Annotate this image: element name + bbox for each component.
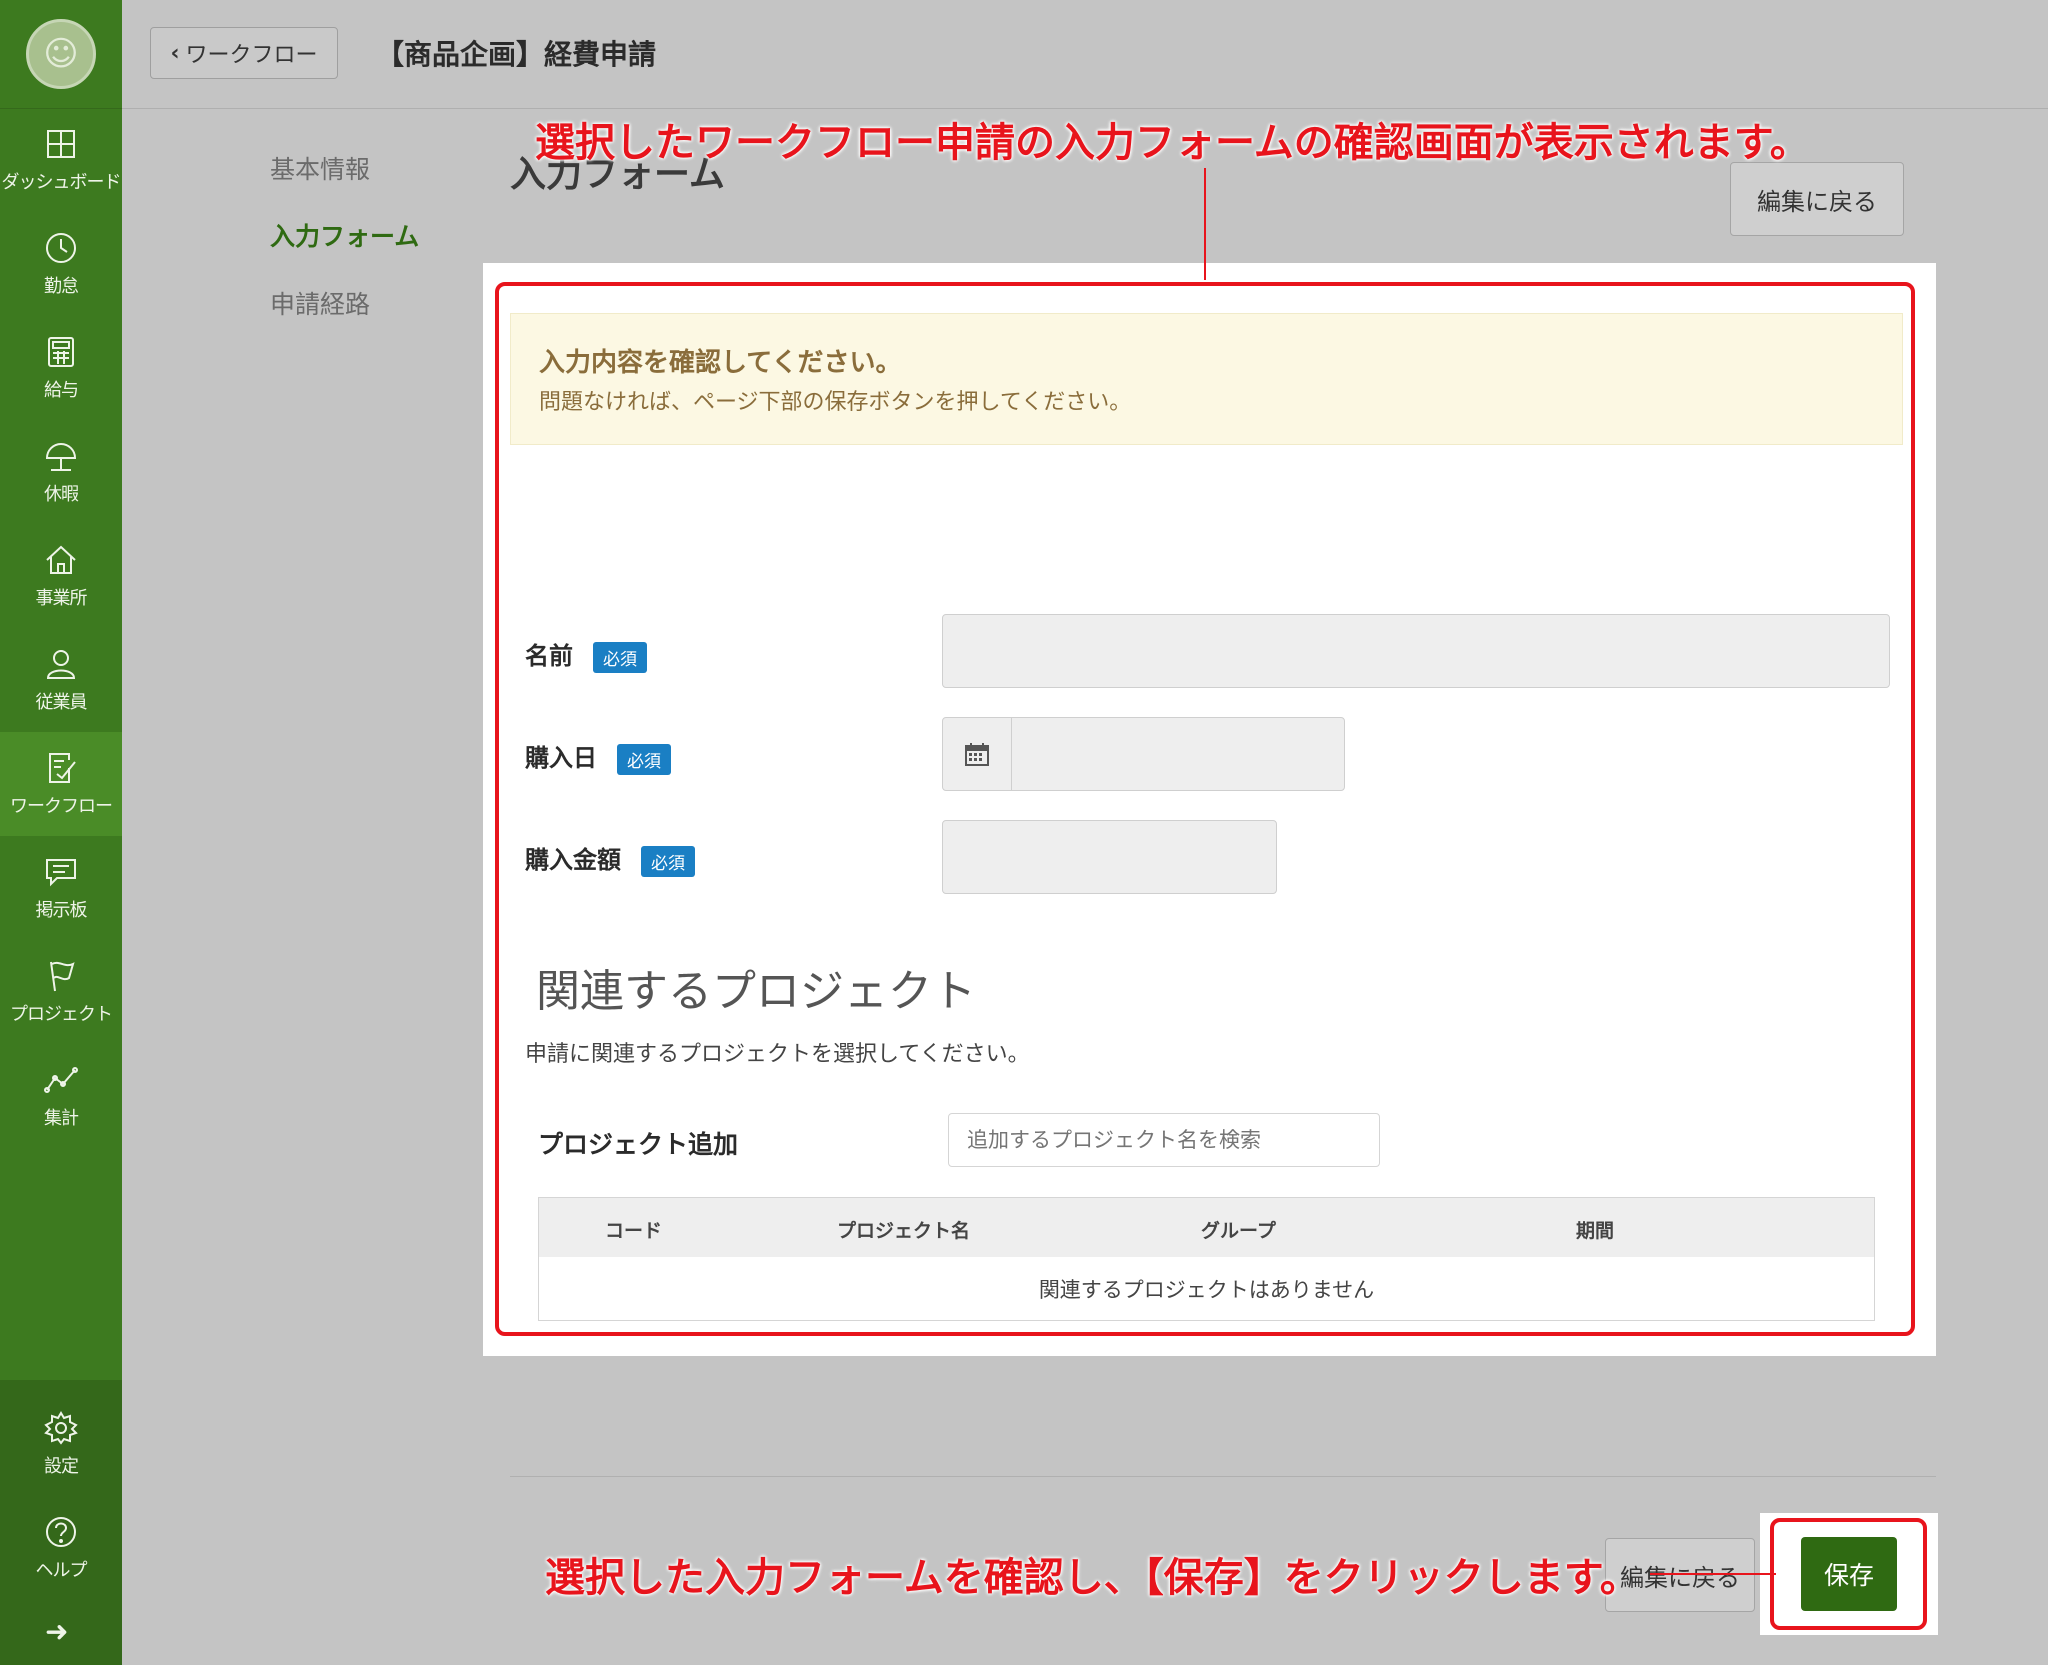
page-header: ‹ ワークフロー 【商品企画】経費申請 <box>122 0 2048 109</box>
empty-table-message: 関連するプロジェクトはありません <box>1038 1278 1375 1302</box>
sidebar: ☺ ダッシュボード 勤怠 給与 休暇 事業所 従業員 ワークフロー 掲示板 プロ… <box>0 0 122 1665</box>
divider <box>510 1476 1936 1477</box>
purchase-date-field[interactable] <box>942 717 1345 791</box>
alert-title: 入力内容を確認してください。 <box>539 348 902 378</box>
name-field-label: 名前 必須 <box>525 636 647 673</box>
field-label-text: 名前 <box>525 642 573 670</box>
column-header-period[interactable]: 期間 <box>1576 1216 1614 1243</box>
sidebar-item-label: 給与 <box>44 380 79 401</box>
step-basic-info[interactable]: 基本情報 <box>270 150 370 186</box>
calendar-icon[interactable] <box>943 718 1012 790</box>
sidebar-item-analytics[interactable]: 集計 <box>0 1044 122 1148</box>
annotation-connector <box>1204 168 1206 280</box>
project-add-label: プロジェクト追加 <box>538 1130 739 1159</box>
sidebar-item-help[interactable]: ヘルプ <box>0 1496 122 1600</box>
required-badge: 必須 <box>641 845 695 877</box>
column-header-code[interactable]: コード <box>605 1216 662 1243</box>
sidebar-item-label: プロジェクト <box>10 1004 113 1025</box>
sidebar-item-project[interactable]: プロジェクト <box>0 940 122 1044</box>
avatar-container: ☺ <box>0 0 122 109</box>
home-icon <box>46 545 76 574</box>
related-projects-table: コード プロジェクト名 グループ 期間 関連するプロジェクトはありません <box>538 1197 1875 1321</box>
message-icon <box>46 859 76 887</box>
table-header: コード プロジェクト名 グループ 期間 <box>539 1198 1874 1257</box>
checklist-icon <box>49 753 76 783</box>
umbrella-icon <box>45 443 77 471</box>
annotation-top: 選択したワークフロー申請の入力フォームの確認画面が表示されます。 <box>535 120 1810 166</box>
sidebar-item-dashboard[interactable]: ダッシュボード <box>0 108 122 212</box>
user-icon <box>46 650 76 679</box>
sidebar-item-employees[interactable]: 従業員 <box>0 628 122 732</box>
clock-icon <box>46 233 76 263</box>
step-input-form[interactable]: 入力フォーム <box>270 217 419 253</box>
sidebar-item-payroll[interactable]: 給与 <box>0 316 122 420</box>
sidebar-item-label: 休暇 <box>44 484 79 505</box>
field-label-text: 購入金額 <box>525 846 621 874</box>
sidebar-item-label: 事業所 <box>35 588 88 609</box>
avatar[interactable]: ☺ <box>26 19 96 89</box>
sidebar-item-label: 集計 <box>44 1108 79 1129</box>
calculator-icon <box>48 337 74 367</box>
sidebar-item-workflow[interactable]: ワークフロー <box>0 732 122 836</box>
back-button-label: ワークフロー <box>185 43 318 68</box>
column-header-project-name[interactable]: プロジェクト名 <box>837 1216 970 1243</box>
annotation-bottom: 選択した入力フォームを確認し、【保存】をクリックします。 <box>545 1555 1640 1601</box>
field-label-text: 購入日 <box>525 744 597 772</box>
sidebar-item-label: 設定 <box>44 1456 79 1477</box>
chevron-left-icon: ‹ <box>170 40 180 66</box>
column-header-group[interactable]: グループ <box>1201 1216 1276 1243</box>
required-badge: 必須 <box>593 641 647 673</box>
annotation-connector <box>1650 1573 1776 1575</box>
confirmation-alert: 入力内容を確認してください。 問題なければ、ページ下部の保存ボタンを押してくださ… <box>510 313 1903 445</box>
sidebar-item-office[interactable]: 事業所 <box>0 524 122 628</box>
flag-icon <box>50 961 75 992</box>
back-to-workflow-button[interactable]: ‹ ワークフロー <box>150 27 338 79</box>
back-to-edit-button[interactable]: 編集に戻る <box>1730 162 1904 236</box>
sidebar-item-label: ダッシュボード <box>1 172 122 193</box>
chart-line-icon <box>44 1067 78 1093</box>
dashboard-icon <box>47 130 75 158</box>
help-icon <box>46 1517 76 1547</box>
related-projects-description: 申請に関連するプロジェクトを選択してください。 <box>525 1042 1030 1067</box>
sidebar-item-label: 勤怠 <box>44 276 79 297</box>
sidebar-item-label: ワークフロー <box>10 796 113 817</box>
sidebar-item-leave[interactable]: 休暇 <box>0 420 122 524</box>
step-approval-route[interactable]: 申請経路 <box>270 285 370 321</box>
sidebar-item-attendance[interactable]: 勤怠 <box>0 212 122 316</box>
sidebar-item-label: ヘルプ <box>35 1560 88 1581</box>
purchase-amount-field-label: 購入金額 必須 <box>525 840 695 877</box>
sidebar-item-label: 従業員 <box>35 692 88 713</box>
project-search-input[interactable] <box>948 1113 1380 1167</box>
gear-icon <box>44 1411 78 1445</box>
page-title: 【商品企画】経費申請 <box>376 38 657 71</box>
related-projects-heading: 関連するプロジェクト <box>536 966 976 1017</box>
sidebar-item-settings[interactable]: 設定 <box>0 1392 122 1496</box>
sidebar-item-label: 掲示板 <box>35 900 88 921</box>
purchase-amount-field[interactable] <box>942 820 1277 894</box>
purchase-date-field-label: 購入日 必須 <box>525 738 671 775</box>
name-field[interactable] <box>942 614 1890 688</box>
required-badge: 必須 <box>617 743 671 775</box>
save-button[interactable]: 保存 <box>1801 1537 1897 1611</box>
sidebar-item-board[interactable]: 掲示板 <box>0 836 122 940</box>
expand-sidebar-icon[interactable]: ➜ <box>45 1615 68 1648</box>
alert-text: 問題なければ、ページ下部の保存ボタンを押してください。 <box>539 390 1132 415</box>
